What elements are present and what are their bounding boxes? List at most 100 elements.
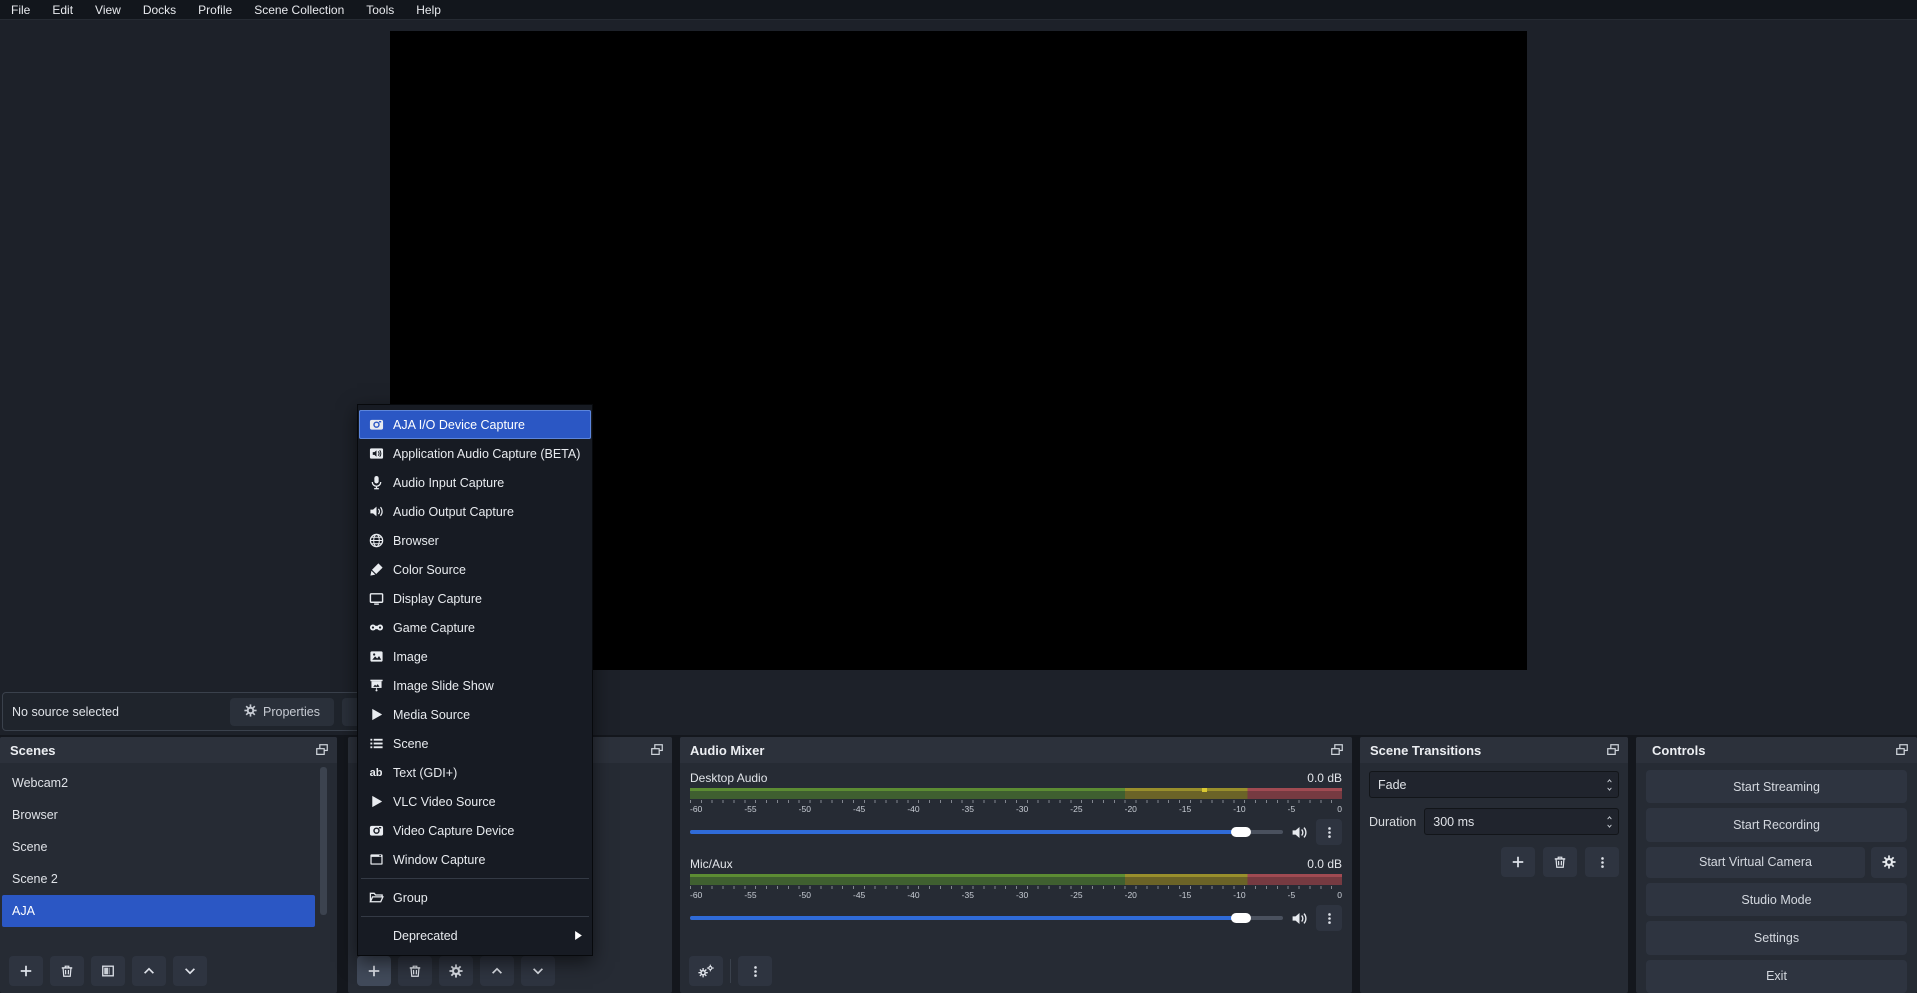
menu-item-image[interactable]: Image [359, 642, 591, 671]
channel-options-button[interactable] [1316, 819, 1342, 845]
start-recording-button[interactable]: Start Recording [1646, 808, 1907, 841]
exit-button[interactable]: Exit [1646, 960, 1907, 993]
scene-item-scene2[interactable]: Scene 2 [2, 863, 315, 895]
select-arrows[interactable] [1600, 778, 1618, 792]
popout-icon[interactable] [1606, 743, 1620, 757]
advanced-audio-properties-button[interactable] [689, 956, 723, 986]
speaker-icon[interactable] [1291, 824, 1308, 841]
remove-transition-button[interactable] [1543, 847, 1577, 877]
add-scene-button[interactable] [9, 956, 43, 986]
text-icon: ab [368, 767, 384, 779]
popout-icon[interactable] [650, 743, 664, 757]
menu-edit[interactable]: Edit [41, 0, 84, 20]
add-source-menu: AJA I/O Device Capture Application Audio… [357, 404, 593, 956]
menu-item-group[interactable]: Group [359, 883, 591, 912]
volume-slider-handle[interactable] [1231, 913, 1251, 923]
scene-item-scene[interactable]: Scene [2, 831, 315, 863]
duration-input[interactable]: 300 ms [1424, 808, 1619, 835]
mixer-channel-mic-aux: Mic/Aux 0.0 dB -60-55-50-45-40-35-30-25-… [690, 857, 1342, 931]
slideshow-icon [368, 678, 384, 693]
controls-header: Controls [1636, 737, 1917, 763]
menu-item-deprecated[interactable]: Deprecated [359, 921, 591, 950]
move-scene-down-button[interactable] [173, 956, 207, 986]
duration-value: 300 ms [1425, 815, 1600, 829]
globe-icon [368, 533, 384, 548]
obs-main-window: File Edit View Docks Profile Scene Colle… [0, 0, 1917, 993]
menu-item-window-capture[interactable]: Window Capture [359, 845, 591, 874]
controls-panel: Controls Start Streaming Start Recording… [1636, 737, 1917, 993]
popout-icon[interactable] [315, 743, 329, 757]
channel-name: Desktop Audio [690, 771, 767, 785]
app-audio-icon [368, 446, 384, 461]
remove-source-button[interactable] [398, 956, 432, 986]
scenes-panel-header: Scenes [0, 737, 337, 763]
scene-item-browser[interactable]: Browser [2, 799, 315, 831]
menu-help[interactable]: Help [405, 0, 452, 20]
menu-item-aja-io-device-capture[interactable]: AJA I/O Device Capture [359, 410, 591, 439]
start-streaming-button[interactable]: Start Streaming [1646, 770, 1907, 803]
popout-icon[interactable] [1330, 743, 1344, 757]
move-scene-up-button[interactable] [132, 956, 166, 986]
menu-tools[interactable]: Tools [355, 0, 405, 20]
add-source-button[interactable] [357, 956, 391, 986]
menu-docks[interactable]: Docks [132, 0, 187, 20]
gear-icon [244, 704, 257, 720]
duration-stepper[interactable] [1600, 815, 1618, 829]
gamepad-icon [368, 620, 384, 635]
scenes-toolbar [0, 949, 337, 993]
menu-item-scene[interactable]: Scene [359, 729, 591, 758]
menu-item-audio-input-capture[interactable]: Audio Input Capture [359, 468, 591, 497]
source-properties-toolbar: No source selected Properties [2, 692, 392, 731]
start-virtual-camera-button[interactable]: Start Virtual Camera [1646, 847, 1865, 878]
mixer-options-button[interactable] [738, 956, 772, 986]
settings-button[interactable]: Settings [1646, 921, 1907, 954]
channel-options-button[interactable] [1316, 905, 1342, 931]
menu-item-game-capture[interactable]: Game Capture [359, 613, 591, 642]
menu-item-vlc-video-source[interactable]: VLC Video Source [359, 787, 591, 816]
menu-item-display-capture[interactable]: Display Capture [359, 584, 591, 613]
menu-item-text-gdi[interactable]: ab Text (GDI+) [359, 758, 591, 787]
menu-item-media-source[interactable]: Media Source [359, 700, 591, 729]
menu-scene-collection[interactable]: Scene Collection [243, 0, 355, 20]
speaker-icon[interactable] [1291, 910, 1308, 927]
menu-item-browser[interactable]: Browser [359, 526, 591, 555]
scene-transitions-panel: Scene Transitions Fade Duration 300 ms [1360, 737, 1628, 993]
volume-slider[interactable] [690, 905, 1283, 931]
menu-item-video-capture-device[interactable]: Video Capture Device [359, 816, 591, 845]
add-transition-button[interactable] [1501, 847, 1535, 877]
audio-mixer-body: Desktop Audio 0.0 dB -60-55-50-45-40-35-… [680, 763, 1352, 949]
scenes-panel-title: Scenes [10, 743, 315, 758]
audio-mixer-panel: Audio Mixer Desktop Audio 0.0 dB -60-55-… [680, 737, 1352, 993]
scenes-panel: Scenes Webcam2 Browser Scene Scene 2 AJA [0, 737, 337, 993]
volume-slider-handle[interactable] [1231, 827, 1251, 837]
remove-scene-button[interactable] [50, 956, 84, 986]
properties-button[interactable]: Properties [230, 698, 334, 726]
move-source-up-button[interactable] [480, 956, 514, 986]
menu-item-color-source[interactable]: Color Source [359, 555, 591, 584]
menu-profile[interactable]: Profile [187, 0, 243, 20]
menu-item-image-slide-show[interactable]: Image Slide Show [359, 671, 591, 700]
scenes-scrollbar[interactable] [320, 767, 327, 915]
menu-item-application-audio-capture[interactable]: Application Audio Capture (BETA) [359, 439, 591, 468]
play-icon [368, 707, 384, 722]
scene-item-aja-selected[interactable]: AJA [2, 895, 315, 927]
transition-select[interactable]: Fade [1369, 771, 1619, 798]
move-source-down-button[interactable] [521, 956, 555, 986]
menu-file[interactable]: File [0, 0, 41, 20]
studio-mode-button[interactable]: Studio Mode [1646, 883, 1907, 916]
virtual-camera-settings-button[interactable] [1871, 847, 1907, 878]
volume-slider[interactable] [690, 819, 1283, 845]
transition-options-button[interactable] [1585, 847, 1619, 877]
menu-view[interactable]: View [84, 0, 132, 20]
scene-filters-button[interactable] [91, 956, 125, 986]
menu-separator [361, 916, 589, 917]
monitor-icon [368, 591, 384, 606]
scene-transitions-body: Fade Duration 300 ms [1360, 763, 1628, 993]
channel-db-value: 0.0 dB [1307, 771, 1342, 785]
scene-item-webcam2[interactable]: Webcam2 [2, 767, 315, 799]
menu-item-audio-output-capture[interactable]: Audio Output Capture [359, 497, 591, 526]
popout-icon[interactable] [1895, 743, 1909, 757]
source-properties-toolbutton[interactable] [439, 956, 473, 986]
meter-tickmarks [690, 800, 1342, 803]
audio-mixer-header: Audio Mixer [680, 737, 1352, 763]
